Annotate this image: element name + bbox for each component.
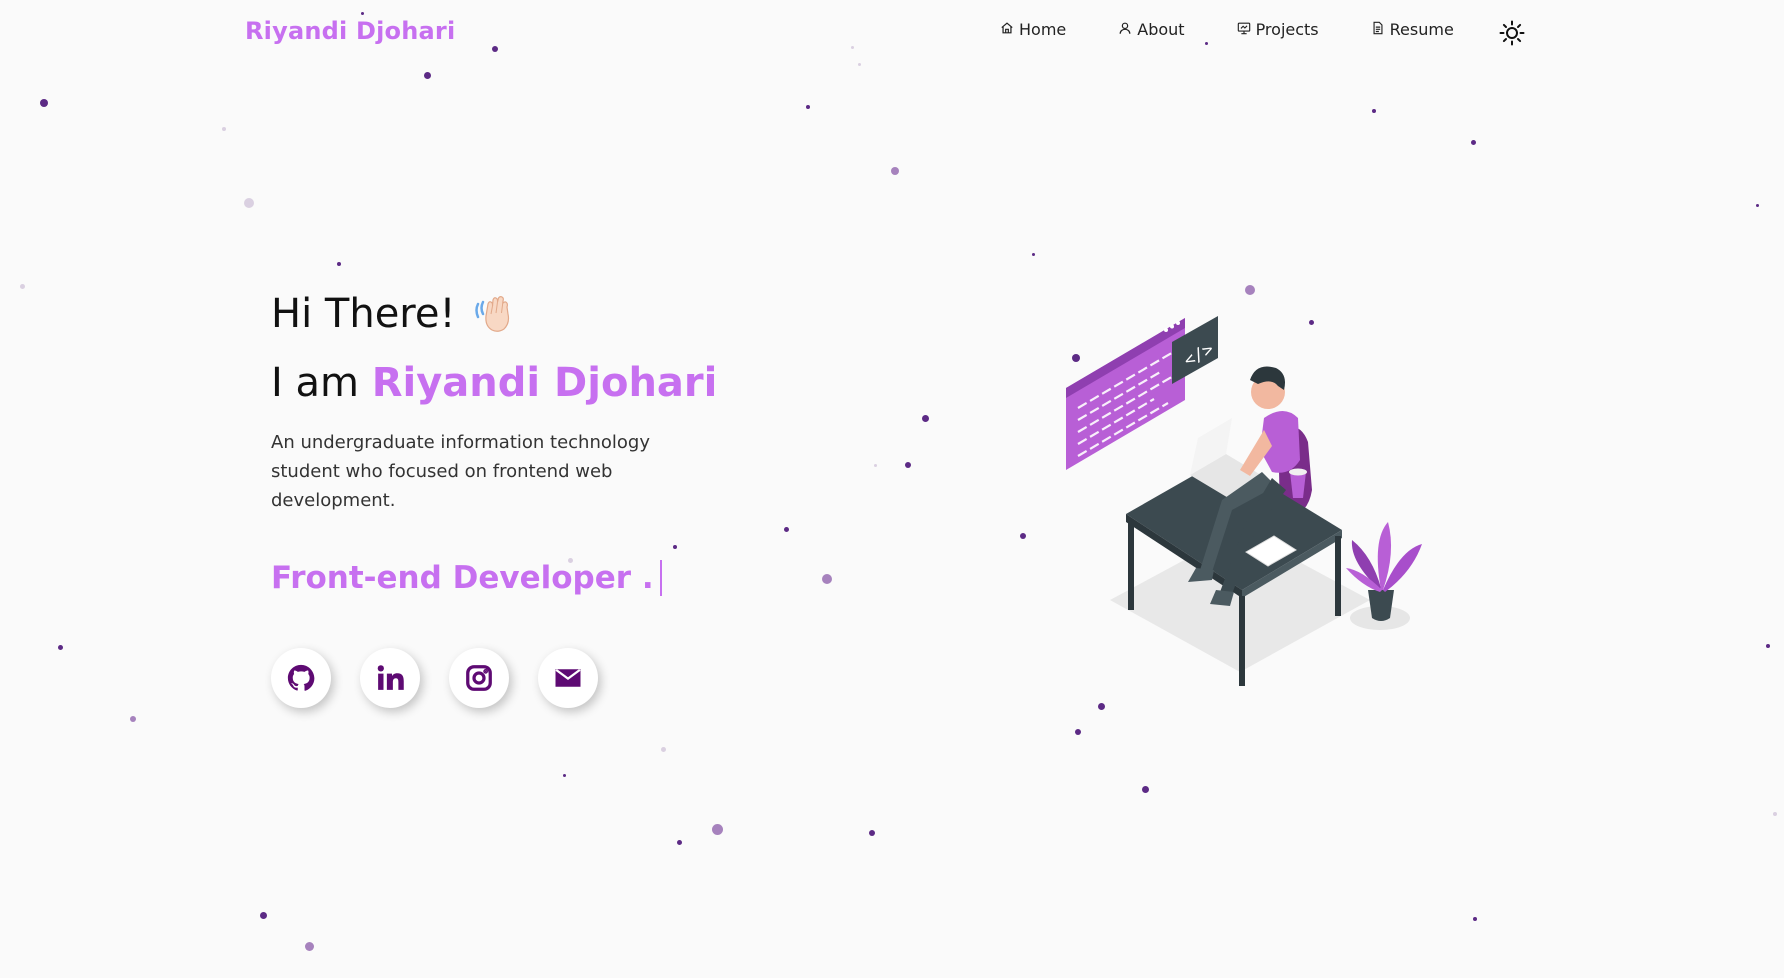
nav-home-label: Home	[1019, 20, 1067, 39]
intro-prefix: I am	[271, 360, 359, 406]
particle	[222, 127, 226, 131]
particle	[1098, 703, 1105, 710]
github-link[interactable]	[271, 648, 331, 708]
particle	[874, 464, 877, 467]
waving-hand-icon	[474, 296, 509, 332]
particle	[1766, 644, 1770, 648]
instagram-link[interactable]	[449, 648, 509, 708]
linkedin-link[interactable]	[360, 648, 420, 708]
particle-background	[0, 0, 1784, 978]
theme-toggle-button[interactable]	[1498, 19, 1526, 47]
hero-name: Riyandi Djohari	[371, 360, 718, 406]
particle	[673, 545, 677, 549]
particle	[922, 415, 929, 422]
particle	[822, 574, 832, 584]
nav-projects-label: Projects	[1255, 20, 1319, 39]
particle	[260, 912, 267, 919]
particle	[661, 747, 666, 752]
email-link[interactable]	[538, 648, 598, 708]
particle	[858, 63, 861, 66]
particle	[1075, 729, 1081, 735]
linkedin-icon	[377, 665, 404, 690]
particle	[424, 72, 431, 79]
particle	[1471, 140, 1476, 145]
particle	[20, 284, 25, 289]
particle	[58, 645, 63, 650]
mail-icon	[555, 668, 581, 687]
document-icon	[1371, 20, 1385, 39]
particle	[905, 462, 911, 468]
particle	[806, 105, 810, 109]
particle	[784, 527, 789, 532]
hero-greeting: Hi There!	[271, 290, 522, 338]
nav-about[interactable]: About	[1118, 20, 1185, 39]
particle	[891, 167, 899, 175]
particle	[1020, 533, 1026, 539]
particle	[305, 942, 314, 951]
particle	[1473, 917, 1477, 921]
particle	[492, 46, 498, 52]
nav-projects[interactable]: Projects	[1237, 20, 1319, 39]
code-window	[1066, 318, 1185, 470]
typing-role: Front-end Developer .	[271, 560, 662, 596]
particle	[1773, 812, 1777, 816]
particle	[677, 840, 682, 845]
developer-illustration: </>	[1066, 316, 1422, 686]
main-nav: Home About Projects Resume	[1000, 20, 1506, 39]
nav-resume-label: Resume	[1389, 20, 1454, 39]
nav-about-label: About	[1137, 20, 1185, 39]
particle	[1372, 109, 1376, 113]
greeting-text: Hi There!	[271, 291, 456, 337]
projects-icon	[1237, 20, 1251, 39]
typing-caret	[659, 560, 662, 596]
nav-home[interactable]: Home	[1000, 20, 1066, 39]
particle	[1205, 42, 1208, 45]
particle	[1142, 786, 1149, 793]
particle	[1756, 204, 1759, 207]
particle	[869, 830, 875, 836]
particle	[130, 716, 136, 722]
nav-resume[interactable]: Resume	[1371, 20, 1454, 39]
particle	[712, 824, 723, 835]
typing-text: Front-end Developer .	[271, 560, 654, 596]
home-icon	[1000, 20, 1014, 39]
particle	[40, 99, 48, 107]
particle	[851, 46, 854, 49]
hero-description: An undergraduate information technology …	[271, 432, 650, 511]
particle	[244, 198, 254, 208]
social-links	[271, 648, 598, 708]
particle	[1032, 253, 1035, 256]
particle	[1245, 285, 1255, 295]
particle	[563, 774, 566, 777]
github-icon	[287, 664, 315, 691]
instagram-icon	[466, 665, 492, 691]
user-icon	[1118, 20, 1132, 39]
particle	[361, 12, 364, 15]
sun-icon	[1499, 20, 1525, 46]
particle	[337, 262, 341, 266]
brand-logo[interactable]: Riyandi Djohari	[245, 17, 455, 45]
hero-intro: I am Riyandi Djohari	[271, 360, 717, 406]
